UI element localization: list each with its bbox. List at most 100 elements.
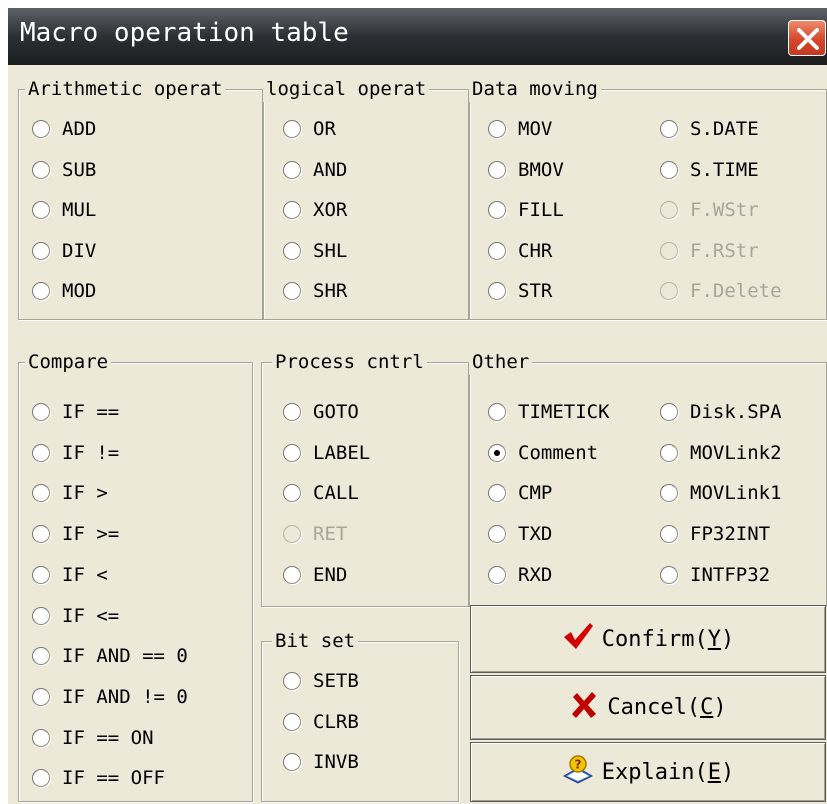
radio-unchecked-icon <box>32 120 50 138</box>
radio-unchecked-icon <box>488 241 506 260</box>
radio-label: MOV <box>518 118 553 140</box>
checkmark-icon <box>562 621 594 657</box>
radio-unchecked-icon <box>283 525 301 544</box>
radio-label: SHL <box>313 239 348 262</box>
radio-unchecked-icon <box>32 606 50 625</box>
radio-label: IF == OFF <box>62 767 165 790</box>
radio-label: STR <box>518 280 553 302</box>
radio-unchecked-icon <box>488 565 506 584</box>
window-title: Macro operation table <box>20 18 349 48</box>
radio-label: CALL <box>313 482 359 505</box>
radio-unchecked-icon <box>660 443 678 462</box>
confirm-mnemonic: Y <box>707 626 721 652</box>
radio-unchecked-icon <box>32 241 50 260</box>
group-arithmetic: Arithmetic operat <box>18 76 263 320</box>
radio-label: OR <box>313 118 336 140</box>
radio-label: BMOV <box>518 158 564 181</box>
radio-label: END <box>313 563 348 586</box>
radio-unchecked-icon <box>283 672 301 690</box>
group-other-title: Other <box>469 349 533 375</box>
radio-unchecked-icon <box>283 160 301 179</box>
radio-label: RET <box>313 523 348 546</box>
radio-label: TXD <box>518 523 553 546</box>
radio-unchecked-icon <box>283 201 301 219</box>
confirm-close: ) <box>720 626 735 652</box>
radio-label: CLRB <box>313 710 359 733</box>
radio-unchecked-icon <box>283 443 301 462</box>
radio-label: F.WStr <box>690 199 759 221</box>
explain-close: ) <box>720 759 735 785</box>
radio-unchecked-icon <box>660 120 678 138</box>
cancel-close: ) <box>713 695 727 720</box>
radio-label: MOVLink2 <box>690 441 782 464</box>
radio-unchecked-icon <box>488 120 506 138</box>
x-cross-icon <box>569 690 599 726</box>
group-compare-title: Compare <box>25 349 112 375</box>
confirm-button[interactable]: Confirm(Y) <box>470 605 826 673</box>
radio-unchecked-icon <box>488 282 506 300</box>
radio-label: LABEL <box>313 441 371 464</box>
cancel-button[interactable]: Cancel(C) <box>470 675 826 740</box>
radio-label: FILL <box>518 199 564 221</box>
radio-label: IF AND == 0 <box>62 645 188 668</box>
radio-unchecked-icon <box>660 282 678 300</box>
radio-label: INTFP32 <box>690 563 771 586</box>
radio-label: F.RStr <box>690 239 759 262</box>
radio-label: IF == ON <box>62 726 154 749</box>
title-bar: Macro operation table <box>8 8 827 65</box>
radio-label: Comment <box>518 441 599 464</box>
group-logical-title: logical operat <box>263 76 430 102</box>
confirm-label: Confirm( <box>601 626 708 652</box>
radio-unchecked-icon <box>283 120 301 138</box>
radio-unchecked-icon <box>488 160 506 179</box>
svg-text:?: ? <box>574 758 581 772</box>
radio-label: AND <box>313 158 348 181</box>
close-button[interactable] <box>788 20 826 56</box>
explain-button[interactable]: ? Explain(E) <box>470 742 826 802</box>
radio-label: TIMETICK <box>518 401 610 423</box>
radio-unchecked-icon <box>488 403 506 421</box>
help-book-icon: ? <box>562 754 594 790</box>
cancel-label: Cancel( <box>607 695 701 720</box>
radio-unchecked-icon <box>32 728 50 747</box>
radio-label: IF < <box>62 563 108 586</box>
radio-unchecked-icon <box>660 160 678 179</box>
radio-label: INVB <box>313 751 359 774</box>
radio-unchecked-icon <box>283 241 301 260</box>
radio-unchecked-icon <box>660 241 678 260</box>
radio-label: Disk.SPA <box>690 401 782 423</box>
group-data-moving-title: Data moving <box>469 76 601 102</box>
radio-label: MOD <box>62 280 97 302</box>
radio-label: F.Delete <box>690 280 782 302</box>
radio-unchecked-icon <box>283 403 301 421</box>
radio-checked-icon <box>488 443 506 462</box>
group-process-control-title: Process cntrl <box>272 349 427 375</box>
radio-label: CHR <box>518 239 553 262</box>
macro-dialog: Macro operation table Arithmetic operat … <box>8 8 827 804</box>
radio-unchecked-icon <box>660 565 678 584</box>
radio-label: SHR <box>313 280 348 302</box>
radio-unchecked-icon <box>488 201 506 219</box>
radio-label: IF <= <box>62 604 120 627</box>
radio-unchecked-icon <box>32 565 50 584</box>
radio-label: IF >= <box>62 523 120 546</box>
radio-unchecked-icon <box>32 525 50 544</box>
radio-unchecked-icon <box>283 282 301 300</box>
radio-unchecked-icon <box>32 282 50 300</box>
radio-label: IF AND != 0 <box>62 685 188 708</box>
radio-unchecked-icon <box>660 525 678 544</box>
radio-unchecked-icon <box>283 712 301 731</box>
radio-label: ADD <box>62 118 97 140</box>
radio-label: DIV <box>62 239 97 262</box>
radio-unchecked-icon <box>660 403 678 421</box>
radio-label: GOTO <box>313 401 359 423</box>
radio-label: XOR <box>313 199 348 221</box>
radio-label: MUL <box>62 199 97 221</box>
radio-label: S.DATE <box>690 118 759 140</box>
radio-unchecked-icon <box>32 403 50 421</box>
radio-unchecked-icon <box>488 525 506 544</box>
radio-unchecked-icon <box>32 201 50 219</box>
radio-unchecked-icon <box>32 443 50 462</box>
group-arithmetic-title: Arithmetic operat <box>25 76 226 102</box>
radio-unchecked-icon <box>660 201 678 219</box>
